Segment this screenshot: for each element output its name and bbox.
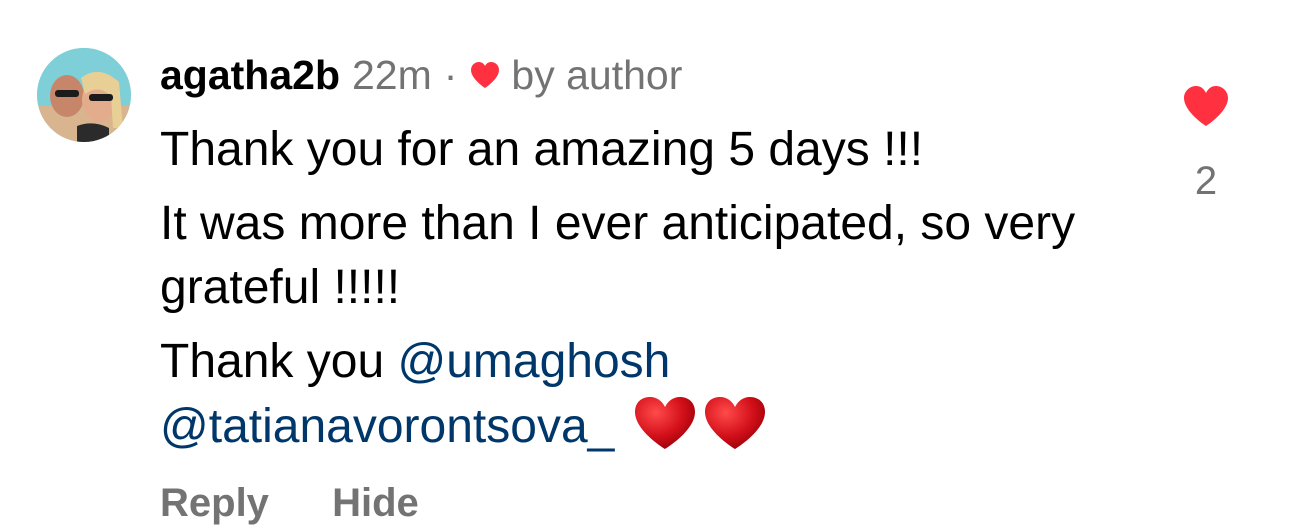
reply-button[interactable]: Reply — [160, 481, 269, 525]
separator-dot: · — [443, 52, 458, 98]
comment-header: agatha2b 22m · by author — [160, 50, 682, 100]
comment-text: Thank you for an amazing 5 days !!! It w… — [160, 118, 1140, 469]
comment-item: agatha2b 22m · by author Thank you for a… — [0, 0, 1290, 525]
username-link[interactable]: agatha2b — [160, 50, 340, 100]
mention-link-umaghosh[interactable]: @umaghosh — [397, 335, 670, 388]
mention-link-tatianavorontsova[interactable]: @tatianavorontsova_ — [160, 400, 614, 453]
heart-icon — [469, 60, 501, 90]
like-count: 2 — [1194, 159, 1218, 203]
comment-paragraph: It was more than I ever anticipated, so … — [160, 197, 1076, 314]
comment-paragraph: Thank you for an amazing 5 days !!! — [160, 123, 924, 176]
comment-text-fragment: Thank you — [160, 335, 398, 388]
red-heart-emoji — [702, 394, 768, 452]
red-heart-emoji — [632, 394, 698, 452]
like-column: 2 — [1170, 84, 1242, 204]
comment-paragraph: Thank you @umaghosh @tatianavorontsova_ — [160, 330, 1140, 459]
liked-by-author-label: by author — [511, 52, 683, 98]
like-heart-icon[interactable] — [1182, 84, 1230, 128]
timestamp: 22m — [352, 52, 432, 98]
avatar[interactable] — [37, 48, 131, 142]
profile-photo-icon — [37, 48, 131, 142]
comment-actions: Reply Hide — [160, 478, 419, 528]
hide-button[interactable]: Hide — [332, 481, 419, 525]
